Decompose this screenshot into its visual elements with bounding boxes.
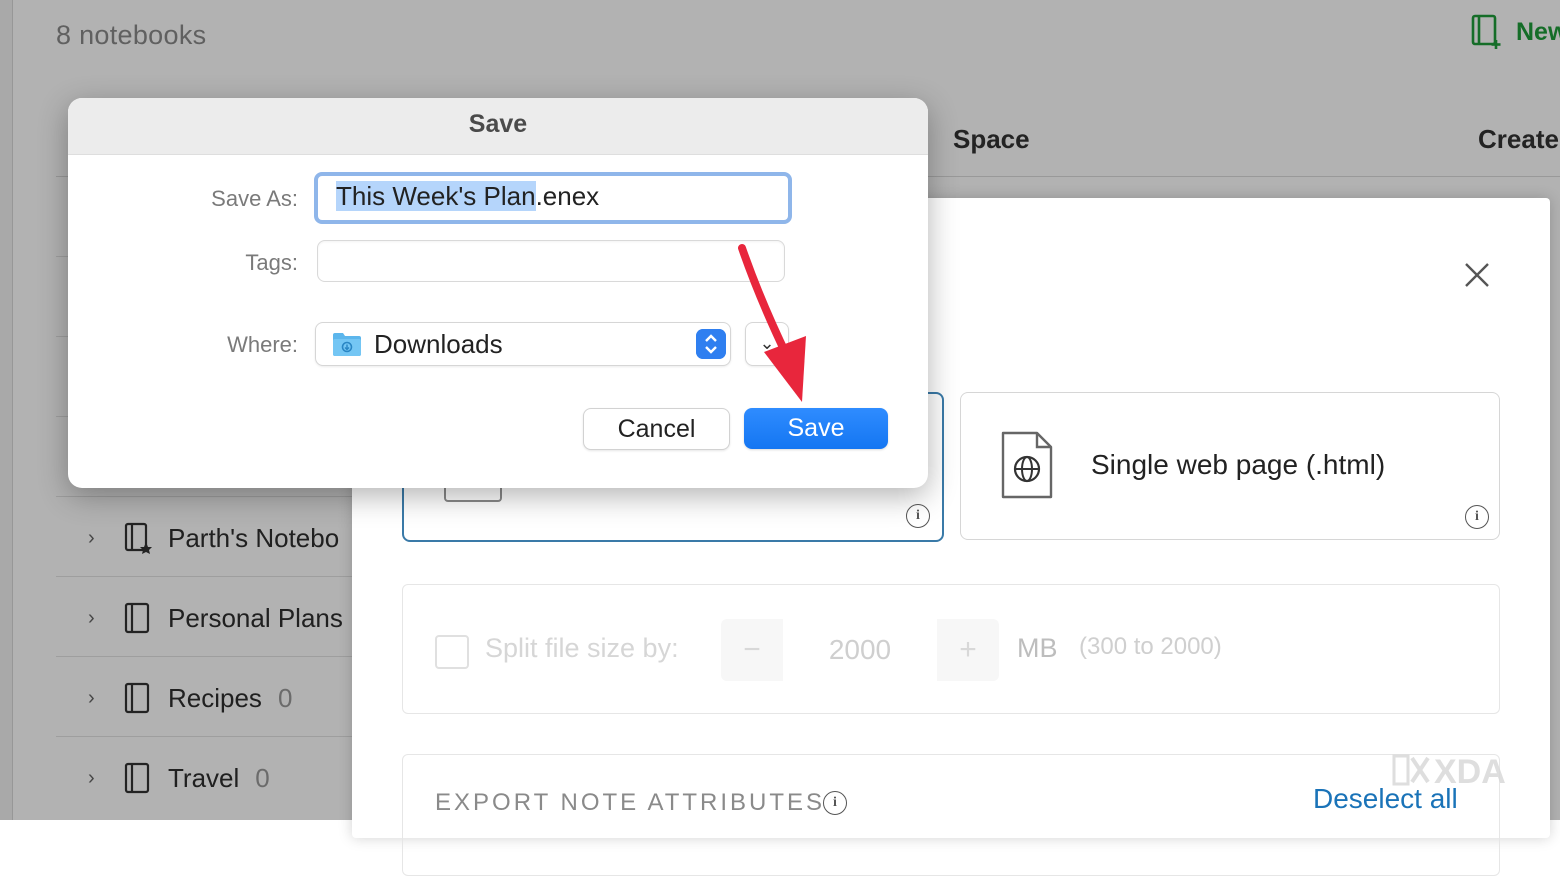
split-unit: MB <box>1017 633 1058 663</box>
info-icon[interactable]: i <box>823 791 847 815</box>
cancel-button[interactable]: Cancel <box>583 408 730 450</box>
info-icon[interactable]: i <box>906 504 930 528</box>
xda-watermark-logo: XDA <box>1392 753 1506 790</box>
format-label: Single web page (.html) <box>1091 449 1386 480</box>
format-option-html[interactable]: Single web page (.html) i <box>960 392 1500 540</box>
annotation-arrow <box>738 244 806 402</box>
tags-field[interactable] <box>317 240 785 282</box>
location-value: Downloads <box>374 329 503 359</box>
downloads-folder-icon <box>333 333 361 356</box>
svg-text:XDA: XDA <box>1434 753 1506 790</box>
dialog-title: Save <box>468 110 528 138</box>
split-size-stepper[interactable]: − 2000 + <box>721 619 999 681</box>
close-icon[interactable] <box>1462 260 1492 290</box>
save-button[interactable]: Save <box>744 408 888 449</box>
split-file-section: Split file size by: − 2000 + MB (300 to … <box>402 584 1500 714</box>
tags-label: Tags: <box>245 250 298 275</box>
export-attributes-section: EXPORT NOTE ATTRIBUTES i Deselect all <box>402 754 1500 876</box>
file-name-selection: This Week's Plan <box>336 181 536 211</box>
split-range-hint: (300 to 2000) <box>1079 633 1222 660</box>
split-file-label: Split file size by: <box>485 633 679 663</box>
save-as-label: Save As: <box>211 186 298 211</box>
updown-chevron-icon <box>696 329 726 359</box>
split-file-checkbox[interactable] <box>435 635 469 669</box>
location-popup[interactable]: Downloads <box>315 322 731 366</box>
split-size-value[interactable]: 2000 <box>783 619 937 681</box>
web-page-file-icon <box>1001 431 1053 499</box>
file-name-field[interactable]: This Week's Plan.enex <box>314 172 792 224</box>
file-extension: .enex <box>535 181 600 211</box>
decrement-button[interactable]: − <box>721 633 783 667</box>
increment-button[interactable]: + <box>937 633 999 667</box>
where-label: Where: <box>227 332 298 357</box>
attributes-heading: EXPORT NOTE ATTRIBUTES <box>435 789 826 816</box>
info-icon[interactable]: i <box>1465 505 1489 529</box>
